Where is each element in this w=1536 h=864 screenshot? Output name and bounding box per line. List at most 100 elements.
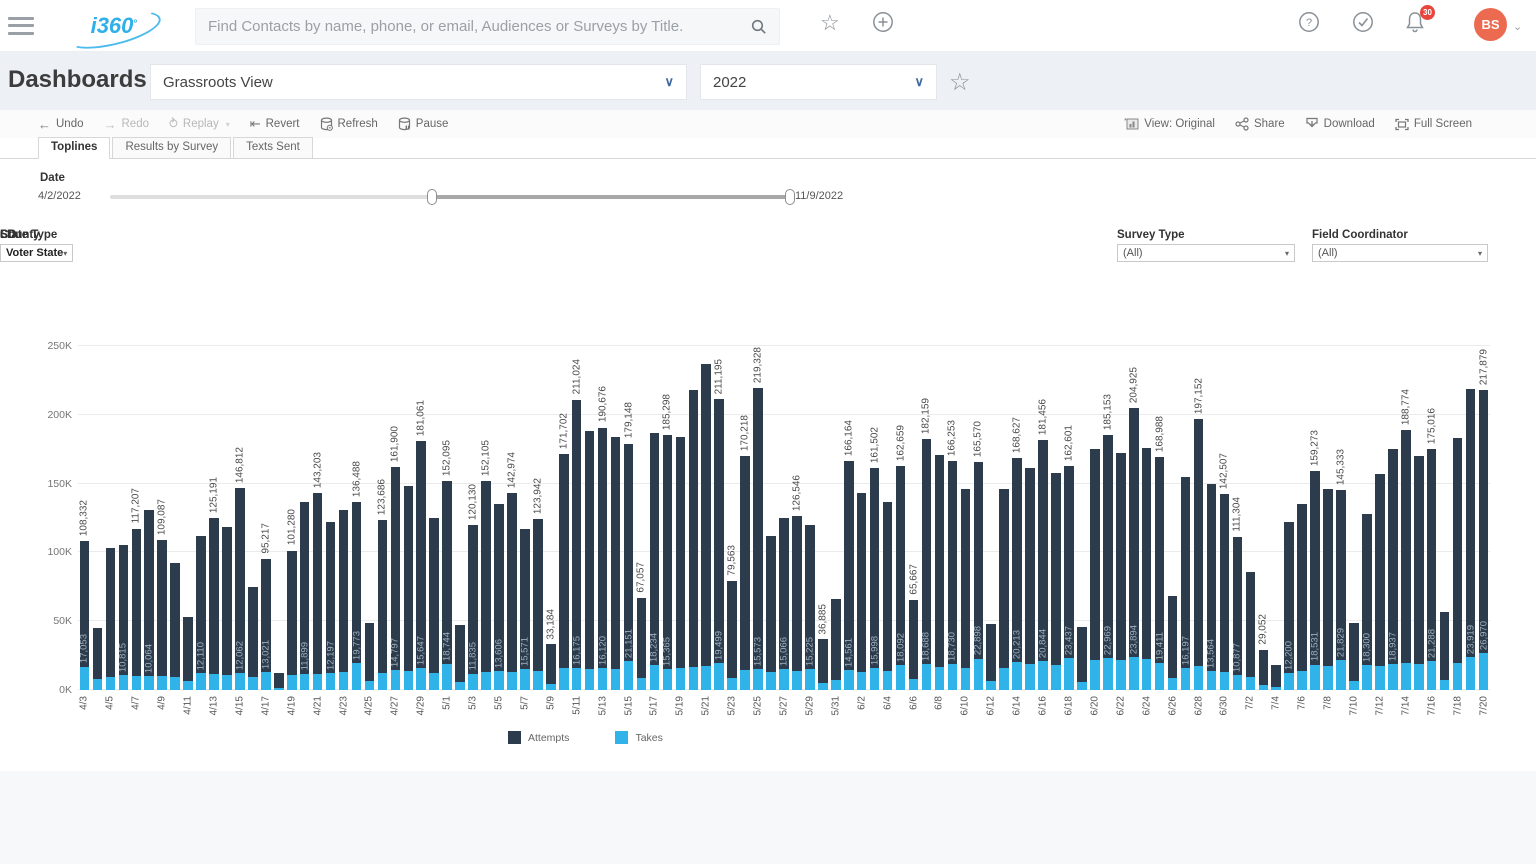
takes-bar[interactable] [507,672,517,690]
bar-group-5/19[interactable]: 5/19 [674,346,687,690]
attempts-bar[interactable] [481,481,491,690]
takes-bar[interactable] [896,665,906,690]
bar-group-5/1[interactable]: 152,09518,7445/1 [441,346,454,690]
takes-bar[interactable] [805,669,815,690]
takes-bar[interactable] [274,688,284,690]
bar-group-4/5[interactable]: 4/5 [104,346,117,690]
takes-bar[interactable] [132,676,142,690]
attempts-bar[interactable] [909,600,919,690]
favorite-star-icon[interactable]: ☆ [820,10,840,36]
takes-bar[interactable] [378,673,388,690]
bar-group-6/29[interactable]: 13,564 [1205,346,1218,690]
takes-bar[interactable] [559,668,569,690]
bar-group-5/21[interactable]: 5/21 [700,346,713,690]
takes-bar[interactable] [637,678,647,690]
takes-bar[interactable] [779,669,789,690]
attempts-bar[interactable] [1297,504,1307,690]
takes-bar[interactable] [935,667,945,690]
search-input[interactable] [196,18,751,35]
date-slider-selected-range[interactable] [432,195,790,199]
takes-bar[interactable] [1168,678,1178,690]
bar-group-6/30[interactable]: 142,5076/30 [1218,346,1231,690]
notifications-bell-icon[interactable]: 30 [1404,10,1426,34]
bar-group-5/31[interactable]: 5/31 [829,346,842,690]
attempts-bar[interactable] [676,437,686,690]
attempts-bar[interactable] [1168,596,1178,690]
bar-group-4/27[interactable]: 161,90014,7974/27 [389,346,402,690]
bar-group-4/4[interactable] [91,346,104,690]
attempts-bar[interactable] [1064,466,1074,690]
attempts-bar[interactable] [974,462,984,690]
bar-group-5/24[interactable]: 170,218 [739,346,752,690]
takes-bar[interactable] [1233,675,1243,690]
bar-group-5/7[interactable]: 15,5715/7 [518,346,531,690]
attempts-bar[interactable] [183,617,193,690]
takes-bar[interactable] [416,668,426,690]
bar-group-7/8[interactable]: 7/8 [1322,346,1335,690]
takes-bar[interactable] [1207,671,1217,690]
pause-button[interactable]: Pause [398,117,449,131]
bar-group-6/17[interactable] [1050,346,1063,690]
takes-bar[interactable] [494,671,504,690]
bar-group-4/22[interactable]: 12,197 [324,346,337,690]
bar-group-5/13[interactable]: 190,67616,1205/13 [596,346,609,690]
takes-bar[interactable] [1284,673,1294,690]
bar-group-5/4[interactable]: 152,105 [480,346,493,690]
bar-group-6/26[interactable]: 6/26 [1166,346,1179,690]
bar-group-4/12[interactable]: 12,110 [195,346,208,690]
takes-bar[interactable] [235,673,245,690]
undo-button[interactable]: ←Undo [38,117,84,132]
bar-group-6/19[interactable] [1075,346,1088,690]
attempts-bar[interactable] [792,516,802,690]
bar-group-5/29[interactable]: 15,2255/29 [803,346,816,690]
add-new-icon[interactable] [872,11,894,33]
favorite-dashboard-star-icon[interactable]: ☆ [949,68,971,97]
attempts-bar[interactable] [1259,650,1269,690]
attempts-bar[interactable] [1194,419,1204,690]
takes-bar[interactable] [481,672,491,690]
bar-group-7/5[interactable]: 12,200 [1283,346,1296,690]
takes-bar[interactable] [1142,659,1152,690]
attempts-bar[interactable] [546,644,556,690]
attempts-bar[interactable] [1453,438,1463,690]
takes-bar[interactable] [1323,666,1333,690]
help-icon[interactable]: ? [1298,11,1320,33]
attempts-bar[interactable] [961,489,971,690]
takes-bar[interactable] [429,673,439,690]
bar-group-5/17[interactable]: 18,2345/17 [648,346,661,690]
revert-button[interactable]: ⇤Revert [250,116,300,132]
date-slider-left-handle[interactable] [427,189,437,205]
bar-group-7/4[interactable]: 7/4 [1270,346,1283,690]
takes-bar[interactable] [119,675,129,690]
attempts-bar[interactable] [157,540,167,690]
takes-bar[interactable] [676,668,686,690]
bar-group-6/16[interactable]: 181,45620,8446/16 [1037,346,1050,690]
bar-group-7/16[interactable]: 175,01621,2887/16 [1425,346,1438,690]
takes-bar[interactable] [948,664,958,690]
attempts-bar[interactable] [1116,453,1126,690]
bar-group-4/23[interactable]: 4/23 [337,346,350,690]
attempts-bar[interactable] [999,489,1009,690]
takes-bar[interactable] [352,663,362,690]
bar-group-4/3[interactable]: 108,33217,0534/3 [78,346,91,690]
takes-bar[interactable] [93,679,103,690]
bar-group-6/21[interactable]: 185,15322,969 [1101,346,1114,690]
bar-group-6/7[interactable]: 182,15918,688 [920,346,933,690]
takes-bar[interactable] [986,681,996,690]
attempts-bar[interactable] [1375,474,1385,690]
search-icon[interactable] [751,19,767,35]
date-slider-right-handle[interactable] [785,189,795,205]
filter-field-coordinator-dropdown[interactable]: (All)▾ [1312,244,1488,262]
bar-group-6/28[interactable]: 197,1526/28 [1192,346,1205,690]
bar-group-4/29[interactable]: 181,06115,6474/29 [415,346,428,690]
takes-bar[interactable] [248,677,258,690]
takes-bar[interactable] [1427,661,1437,690]
replay-button[interactable]: ⥁Replay▾ [169,116,230,132]
bar-group-4/17[interactable]: 95,21713,0214/17 [259,346,272,690]
bar-group-5/26[interactable] [765,346,778,690]
takes-bar[interactable] [183,681,193,690]
attempts-bar[interactable] [248,587,258,690]
takes-bar[interactable] [326,673,336,690]
takes-bar[interactable] [1297,671,1307,690]
bar-group-4/18[interactable] [272,346,285,690]
